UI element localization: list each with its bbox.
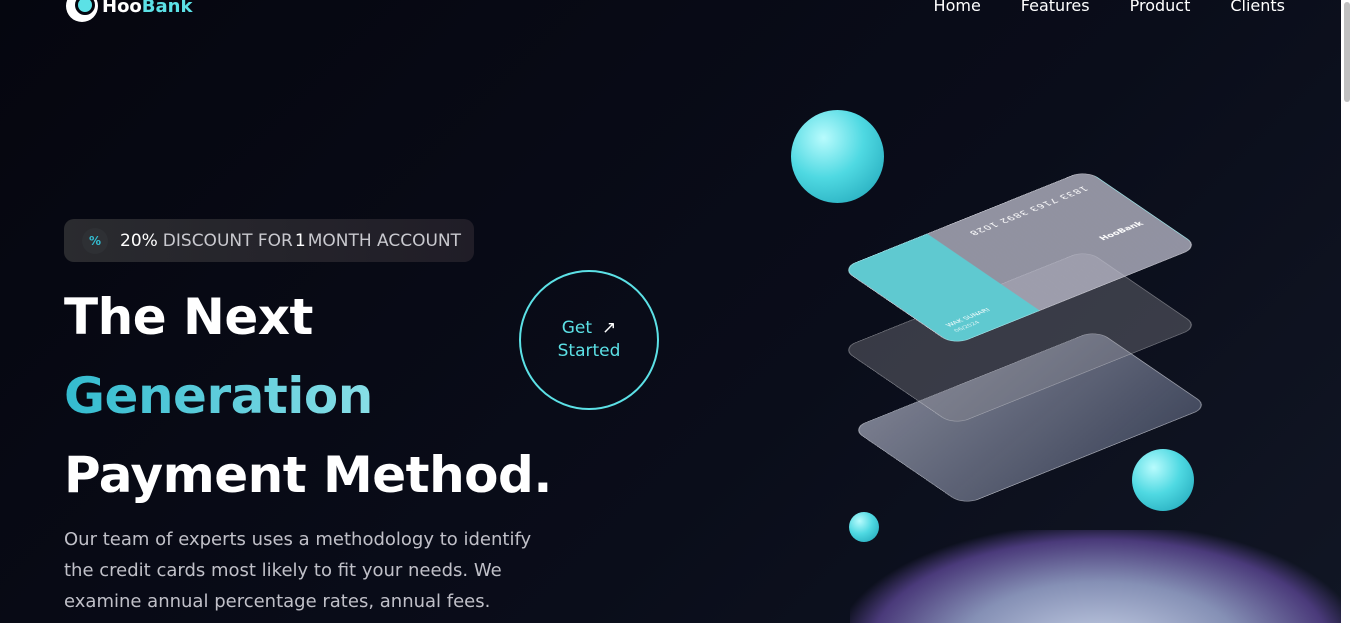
scrollbar-thumb[interactable] [1344, 2, 1350, 102]
cta-label-2: Started [557, 341, 621, 361]
nav-clients[interactable]: Clients [1230, 0, 1285, 15]
card-brand: HooBank [1097, 220, 1147, 242]
title-line-3: Payment Method. [64, 446, 552, 504]
discount-text-2: MONTH ACCOUNT [307, 230, 462, 251]
card-number: 1833 7163 3892 1028 [965, 184, 1090, 238]
discount-text-1: DISCOUNT FOR [162, 230, 293, 251]
robot-hand-image [850, 530, 1350, 623]
logo-icon [66, 0, 98, 22]
discount-icon: % [82, 227, 108, 254]
discount-badge: % 20% DISCOUNT FOR 1 MONTH ACCOUNT [64, 219, 474, 262]
title-line-2: Generation [64, 357, 552, 436]
page-title: The Next Generation Payment Method. [64, 278, 552, 515]
decorative-sphere [1132, 449, 1194, 511]
main-nav: Home Features Product Clients [934, 0, 1285, 15]
discount-highlight: 1 [294, 230, 306, 251]
hero-description: Our team of experts uses a methodology t… [64, 529, 532, 612]
logo[interactable]: Hoo Bank [66, 0, 192, 22]
cta-label-1: Get [561, 318, 593, 338]
nav-product[interactable]: Product [1130, 0, 1191, 15]
logo-text-bank: Bank [141, 0, 193, 17]
arrow-up-right-icon: ↗ [602, 318, 617, 338]
nav-features[interactable]: Features [1021, 0, 1090, 15]
title-line-1: The Next [64, 288, 313, 346]
logo-text-hoo: Hoo [102, 0, 142, 17]
discount-percent: 20% [120, 230, 158, 251]
get-started-button[interactable]: Get ↗ Started [519, 270, 659, 410]
decorative-sphere [791, 110, 884, 203]
nav-home[interactable]: Home [934, 0, 981, 15]
scrollbar[interactable] [1341, 0, 1353, 623]
